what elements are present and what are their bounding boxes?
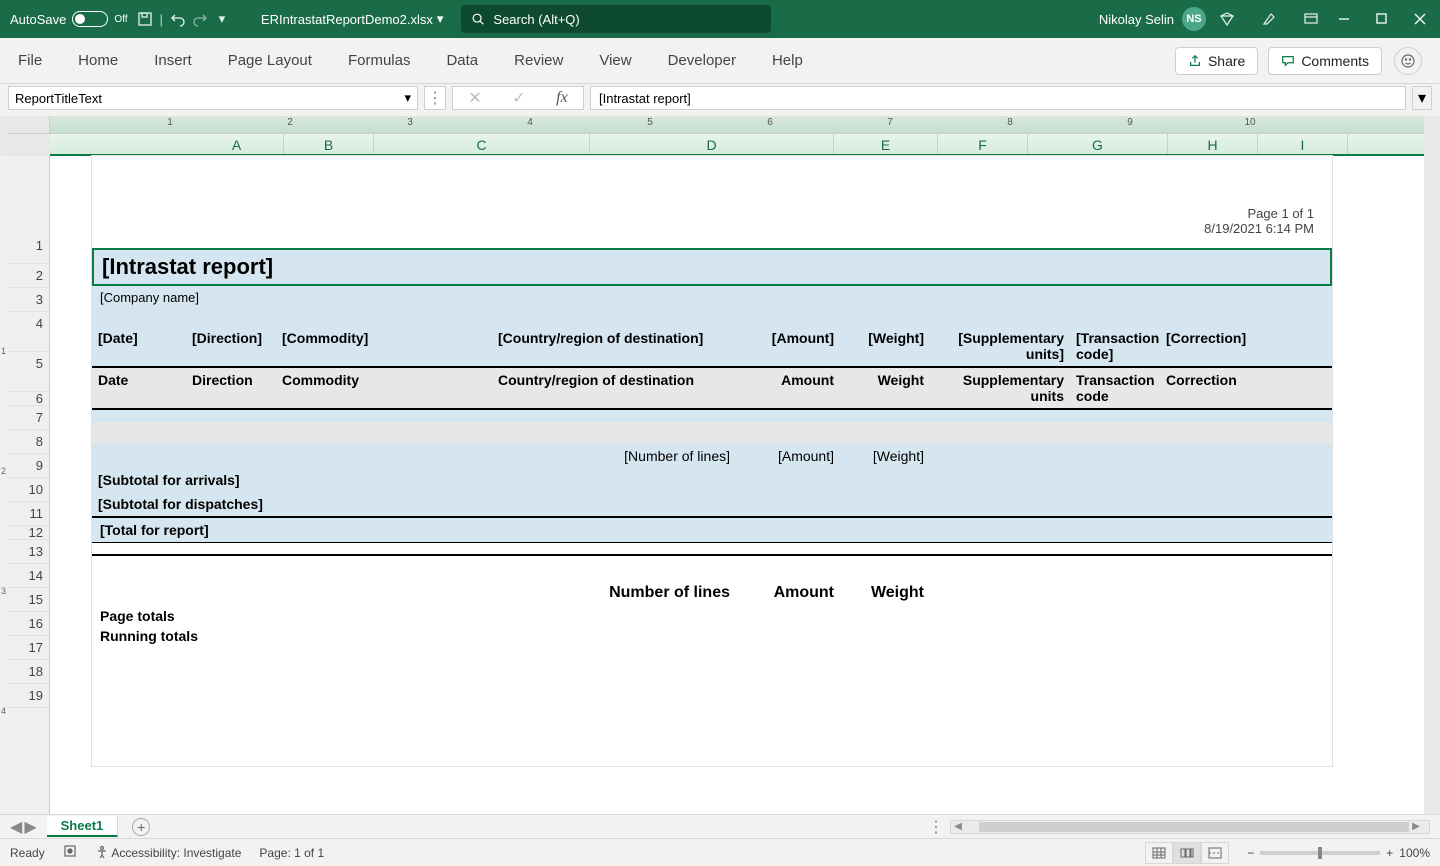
tab-review[interactable]: Review [514, 52, 563, 69]
row-headers[interactable]: 1 2 3 4 5 6 7 8 9 10 11 12 13 14 15 16 1… [8, 156, 50, 824]
formula-actions: ✕ ✓ fx [452, 86, 584, 110]
zoom-in-icon[interactable]: + [1386, 846, 1393, 860]
view-normal-icon[interactable] [1145, 842, 1173, 864]
page-number: Page 1 of 1 [92, 206, 1314, 221]
autosave-label: AutoSave [10, 12, 66, 27]
zoom-slider[interactable] [1260, 851, 1380, 855]
sheet-canvas[interactable]: Page 1 of 1 8/19/2021 6:14 PM [Intrastat… [50, 156, 1424, 824]
maximize-button[interactable] [1372, 9, 1392, 29]
page-datetime: 8/19/2021 6:14 PM [92, 221, 1314, 236]
redo-icon[interactable] [189, 8, 211, 30]
close-button[interactable] [1410, 9, 1430, 29]
view-page-break-icon[interactable] [1201, 842, 1229, 864]
status-bar: Ready Accessibility: Investigate Page: 1… [0, 838, 1440, 866]
name-box[interactable]: ReportTitleText ▾ [8, 86, 418, 110]
tab-page-layout[interactable]: Page Layout [228, 52, 312, 69]
add-sheet-button[interactable]: + [132, 818, 150, 836]
tab-insert[interactable]: Insert [154, 52, 192, 69]
minimize-button[interactable] [1334, 9, 1354, 29]
page-indicator: Page: 1 of 1 [259, 846, 324, 860]
search-icon [471, 12, 485, 26]
fx-icon[interactable]: fx [556, 89, 568, 107]
status-ready: Ready [10, 846, 45, 860]
sheet-tab-active[interactable]: Sheet1 [47, 816, 119, 837]
tab-view[interactable]: View [599, 52, 631, 69]
save-icon[interactable] [134, 8, 156, 30]
empty-data-row[interactable] [92, 408, 1332, 422]
cancel-icon[interactable]: ✕ [468, 88, 481, 108]
accessibility-status[interactable]: Accessibility: Investigate [95, 845, 242, 860]
subtotal-arrivals-row[interactable]: [Subtotal for arrivals] [92, 468, 1332, 492]
qat-dropdown-icon[interactable]: ▾ [211, 8, 233, 30]
data-header-row[interactable]: Date Direction Commodity Country/region … [92, 366, 1332, 408]
expand-formula-icon[interactable]: ▾ [1412, 86, 1432, 110]
summary-header-row[interactable]: [Number of lines] [Amount] [Weight] [92, 444, 1332, 468]
share-icon [1188, 54, 1202, 68]
horizontal-scrollbar[interactable]: ◀ ▶ [950, 820, 1430, 834]
tab-home[interactable]: Home [78, 52, 118, 69]
chevron-down-icon[interactable]: ▾ [404, 90, 411, 106]
search-input[interactable]: Search (Alt+Q) [461, 5, 771, 33]
smiley-icon[interactable] [1394, 47, 1422, 75]
tab-developer[interactable]: Developer [668, 52, 736, 69]
enter-icon[interactable]: ✓ [512, 88, 525, 108]
tab-file[interactable]: File [18, 52, 42, 69]
total-row[interactable]: [Total for report] [92, 516, 1332, 542]
scroll-left-icon[interactable]: ◀ [951, 821, 965, 832]
worksheet-area: 1 2 3 4 5 6 7 8 9 10 A B C D E F G H I 1… [0, 116, 1440, 824]
horizontal-ruler: 1 2 3 4 5 6 7 8 9 10 [50, 116, 1424, 134]
page: Page 1 of 1 8/19/2021 6:14 PM [Intrastat… [92, 156, 1332, 766]
coming-soon-icon[interactable] [1258, 8, 1280, 30]
ribbon-options-icon[interactable] [1300, 8, 1322, 30]
share-button[interactable]: Share [1175, 47, 1258, 75]
zoom-value: 100% [1399, 846, 1430, 860]
expand-namebox-icon[interactable]: ⋮ [424, 86, 446, 110]
diamond-icon[interactable] [1216, 8, 1238, 30]
sheet-tab-bar: ◀ ▶ Sheet1 + ⋮ ◀ ▶ [0, 814, 1440, 838]
formula-input[interactable]: [Intrastat report] [590, 86, 1406, 110]
document-title[interactable]: ERIntrastatReportDemo2.xlsx ▾ [261, 11, 443, 27]
separator: | [160, 12, 163, 27]
running-totals-row[interactable]: Running totals [92, 626, 1332, 646]
ribbon: File Home Insert Page Layout Formulas Da… [0, 38, 1440, 84]
subtotal-dispatches-row[interactable]: [Subtotal for dispatches] [92, 492, 1332, 516]
zoom-control[interactable]: − + 100% [1247, 846, 1430, 860]
chevron-down-icon[interactable]: ▾ [437, 11, 444, 27]
user-account[interactable]: Nikolay Selin NS [1099, 7, 1206, 31]
tab-formulas[interactable]: Formulas [348, 52, 411, 69]
template-header-row[interactable]: [Date] [Direction] [Commodity] [Country/… [92, 310, 1332, 366]
view-page-layout-icon[interactable] [1173, 842, 1201, 864]
report-title-cell[interactable]: [Intrastat report] [92, 248, 1332, 286]
tab-data[interactable]: Data [446, 52, 478, 69]
footer-header-row[interactable]: Number of lines Amount Weight [92, 556, 1332, 606]
comments-button[interactable]: Comments [1268, 47, 1382, 75]
comment-icon [1281, 54, 1295, 68]
company-name-cell[interactable]: [Company name] [92, 286, 1332, 310]
macro-record-icon[interactable] [63, 844, 77, 861]
title-bar: AutoSave Off | ▾ ERIntrastatReportDemo2.… [0, 0, 1440, 38]
tab-help[interactable]: Help [772, 52, 803, 69]
undo-icon[interactable] [167, 8, 189, 30]
split-handle-icon[interactable]: ⋮ [928, 817, 944, 837]
scroll-thumb[interactable] [979, 822, 1409, 832]
toggle-switch[interactable] [72, 11, 108, 27]
vertical-ruler: 1 2 3 4 [0, 156, 8, 824]
autosave-toggle[interactable]: AutoSave Off [10, 11, 128, 27]
column-headers[interactable]: A B C D E F G H I [50, 134, 1424, 156]
sheet-nav-next-icon[interactable]: ▶ [24, 817, 36, 837]
autosave-state: Off [114, 14, 127, 25]
sheet-nav-prev-icon[interactable]: ◀ [10, 817, 22, 837]
select-all-corner[interactable] [8, 116, 50, 134]
avatar: NS [1182, 7, 1206, 31]
formula-bar-row: ReportTitleText ▾ ⋮ ✕ ✓ fx [Intrastat re… [0, 84, 1440, 116]
empty-row[interactable] [92, 422, 1332, 444]
page-totals-row[interactable]: Page totals [92, 606, 1332, 626]
zoom-out-icon[interactable]: − [1247, 846, 1254, 860]
scroll-right-icon[interactable]: ▶ [1409, 821, 1423, 832]
